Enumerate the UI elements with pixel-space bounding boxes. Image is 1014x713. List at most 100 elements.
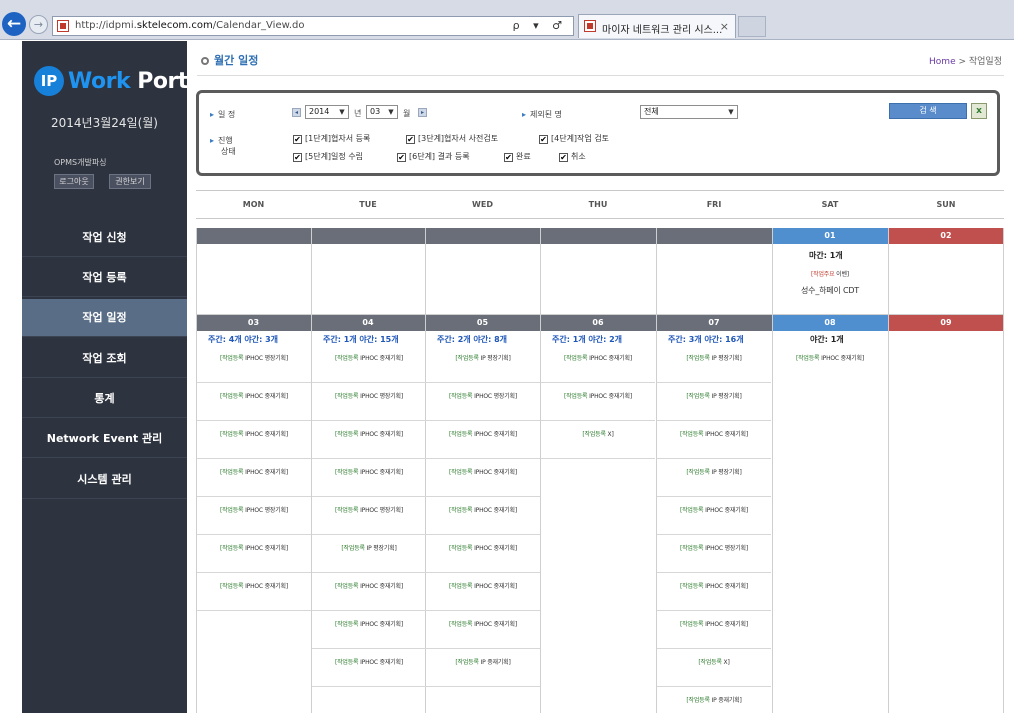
calendar-event[interactable]: [작업등록 IP 평장기획]전략 LTE_ENB xyxy=(426,345,540,383)
calendar-event[interactable]: [작업등록 IPHOC 중재기획][보라매] PE#1 xyxy=(312,421,426,459)
breadcrumb-home-link[interactable]: Home xyxy=(929,57,956,67)
day-header xyxy=(196,228,311,244)
day-header xyxy=(311,228,425,244)
calendar-event[interactable]: [작업등록 IP 중재기획]K3성수국사 S1 스위 xyxy=(426,649,540,687)
excel-export-icon[interactable]: x xyxy=(971,103,987,119)
checkbox-step4[interactable]: ✔ [4단계]작업 검토 xyxy=(539,133,609,144)
day-count: 주간: 1개 야간: 15개 xyxy=(323,335,399,344)
calendar-event[interactable]: [작업등록 IPHOC 중재기획]K3부사_MPLS_Co xyxy=(657,573,771,611)
calendar-event[interactable]: [작업등록 IP 평장기획]둔산_LTE_극한건 xyxy=(657,383,771,421)
checkbox-step3[interactable]: ✔ [3단계]협자서 사전검토 xyxy=(406,133,498,144)
day-header-02[interactable]: 02 xyxy=(888,228,1004,244)
calendar-event[interactable]: [작업등록 IPHOC 중재기획]둔산_VOMS 교도 xyxy=(657,421,771,459)
calendar-event[interactable]: [작업등록 IP 중재기획] xyxy=(657,687,771,713)
day-header-06[interactable]: 06 xyxy=(540,315,656,331)
ipworkportal-logo[interactable]: IP Work Portal xyxy=(34,66,210,102)
weekday-bottom-line xyxy=(196,218,1004,219)
calendar-event[interactable]: [작업등록 IPHOC 중재기획]K3산합국사 LTE_E xyxy=(197,535,311,573)
prev-month-button[interactable]: ◂ xyxy=(292,108,301,117)
calendar-event[interactable]: [작업등록 IPHOC 중재기획]둔산DOSN#201 xyxy=(312,459,426,497)
sidebar-item-work-schedule[interactable]: 작업 일정 xyxy=(22,299,187,337)
calendar-event[interactable]: [작업등록 IPHOC 중재기획]B2[산합] VLAN xyxy=(197,573,311,611)
next-month-button[interactable]: ▸ xyxy=(418,108,427,117)
sidebar-item-network-event[interactable]: Network Event 관리 xyxy=(22,420,187,458)
calendar-event[interactable]: [작업등록 IP 평장기획]K3둔산_SG_SBG xyxy=(312,535,426,573)
day-header-01[interactable]: 01 xyxy=(772,228,888,244)
calendar-event[interactable]: [작업등록 IPHOC 중재기획]B2분당 SKP 서버 xyxy=(197,459,311,497)
calendar-event[interactable]: [작업등록 IPHOC 중재기획][수원]_LTE_전 xyxy=(426,459,540,497)
sidebar-item-work-register[interactable]: 작업 등록 xyxy=(22,259,187,297)
calendar-event[interactable]: [작업등록 IPHOC 평장기획]성수_LTE NAT xyxy=(312,497,426,535)
browser-tab[interactable]: 마이자 네트워크 관리 시스... × xyxy=(578,14,736,38)
calendar-event[interactable]: [작업등록 IPHOC 중재기획]B2성수 T서비스존 L xyxy=(197,421,311,459)
calendar-event[interactable]: [작업등록 IPHOC 평장기획]K3부엉국사 LTE_E xyxy=(197,497,311,535)
day-header-05[interactable]: 05 xyxy=(425,315,540,331)
sidebar-item-work-request[interactable]: 작업 신청 xyxy=(22,219,187,257)
network-select[interactable]: 전체 ▼ xyxy=(640,105,738,119)
calendar-event[interactable]: [작업등록 IPHOC 평장기획][성수] ACSM_ xyxy=(657,535,771,573)
calendar-event[interactable]: [작업등록 IPHOC 평장기획]광주국사 LTE_S xyxy=(426,383,540,421)
event-category: [작업등록 IP 중재기획] xyxy=(455,659,511,666)
checkbox-done[interactable]: ✔ 완료 xyxy=(504,151,531,162)
calendar-event[interactable]: [작업등록 IPHOC 중재기획][광주,전주,동주] xyxy=(657,497,771,535)
address-bar[interactable]: http://idpmi.sktelecom.com/Calendar_View… xyxy=(52,16,574,36)
calendar-event[interactable]: [작업등록 IPHOC 중재기획]B2태평_eNB5/W_ xyxy=(197,383,311,421)
day-header-03[interactable]: 03 xyxy=(196,315,311,331)
calendar-event[interactable]: [작업등록 IPHOC 중재기획][보라매] ENB xyxy=(426,497,540,535)
checkbox-icon: ✔ xyxy=(406,135,415,144)
calendar-event[interactable]: [작업등록 IPHOC 중재기획]보라매_ATM#2_ xyxy=(312,573,426,611)
calendar-event[interactable]: [작업등록 IPHOC 중재기획]성수_하페이 CDT xyxy=(773,345,887,383)
day-header-04[interactable]: 04 xyxy=(311,315,425,331)
event-type: [작업등록 xyxy=(686,469,710,476)
calendar-event[interactable]: [작업등록 IPHOC 중재기획]K3분당_H내 스위치 xyxy=(426,535,540,573)
day-header-09[interactable]: 09 xyxy=(888,315,1004,331)
address-bar-icons[interactable]: ρ ▾ ♂ xyxy=(513,19,567,32)
calendar-event[interactable]: [작업등록 IPHOC 중재기획]K3[성수D] PDW# xyxy=(426,573,540,611)
current-date: 2014년3월24일(월) xyxy=(51,116,158,130)
calendar-event[interactable]: [작업등록 IPHOC 중재기획]B2분당_H서비스_HS xyxy=(426,611,540,649)
back-button[interactable]: ← xyxy=(2,12,26,36)
grid-line xyxy=(772,228,773,713)
calendar-event[interactable]: [작업등록 IP 평장기획]둔산 DOSN#20 xyxy=(657,459,771,497)
calendar-event[interactable]: [작업등록 IPHOC 중재기획]K3[수원] eNode xyxy=(426,421,540,459)
checkbox-step1[interactable]: ✔ [1단계]협자서 등록 xyxy=(293,133,370,144)
checkbox-step5[interactable]: ✔ [5단계]일정 수립 xyxy=(293,151,363,162)
permission-view-button[interactable]: 권한보기 xyxy=(109,174,151,189)
search-button[interactable]: 검 색 xyxy=(889,103,967,119)
calendar-event[interactable]: [작업등록 IPHOC 중재기획][성수] IMS_S xyxy=(312,345,426,383)
event-category: [작업등록 IP 평장기획] xyxy=(686,393,742,400)
logout-button[interactable]: 로그아웃 xyxy=(54,174,94,189)
calendar-event[interactable]: [작업등록 IPHOC 평장기획]부엉국사 LTE_E xyxy=(197,345,311,383)
tab-close-icon[interactable]: × xyxy=(720,20,729,33)
calendar-event[interactable]: [작업등록 IPHOC 중재기획]B2성수_IMS LAS xyxy=(541,383,655,421)
checkbox-icon: ✔ xyxy=(293,153,302,162)
event-type: [작업등록 xyxy=(448,583,473,590)
forward-button[interactable]: → xyxy=(29,15,48,34)
calendar-event[interactable]: [작업주요 이벤] 성수_하페이 CDT xyxy=(773,261,887,299)
month-select[interactable]: 03 ▼ xyxy=(366,105,398,119)
day-header-08[interactable]: 08 xyxy=(772,315,888,331)
calendar-event[interactable]: [작업등록 IPHOC 중재기획][성수/둔산] IP xyxy=(312,611,426,649)
calendar-event[interactable]: [작업등록 X]K3[분당] eNB V xyxy=(657,649,771,687)
day-header-07[interactable]: 07 xyxy=(656,315,772,331)
day-header xyxy=(425,228,540,244)
event-type: [작업등록 xyxy=(219,545,244,552)
checkbox-cancel[interactable]: ✔ 취소 xyxy=(559,151,586,162)
event-type: [작업등록 xyxy=(219,431,244,438)
calendar-event[interactable]: [작업등록 IPHOC 중재기획][대전] SGW#5 xyxy=(312,649,426,687)
event-category: [작업등록 IPHOC 중재기획] xyxy=(679,583,749,590)
page-title: 월간 일정 xyxy=(201,52,258,68)
sidebar-item-statistics[interactable]: 통계 xyxy=(22,380,187,418)
year-select[interactable]: 2014 ▼ xyxy=(305,105,349,119)
calendar-event[interactable]: [작업등록 X]K3둔산_ACSM협_G xyxy=(541,421,655,459)
event-category: [작업등록 IPHOC 중재기획] xyxy=(448,507,518,514)
sidebar-item-system-admin[interactable]: 시스템 관리 xyxy=(22,461,187,499)
calendar-event[interactable]: [작업등록 IPHOC 중재기획]K3성수_IMS_LAS xyxy=(541,345,655,383)
checkbox-step6[interactable]: ✔ [6단계] 결과 등록 xyxy=(397,151,470,162)
calendar-event[interactable]: [작업등록 IPHOC 평장기획]성수_LTE_극한건 xyxy=(312,383,426,421)
sidebar-item-work-search[interactable]: 작업 조회 xyxy=(22,340,187,378)
new-tab-button[interactable] xyxy=(738,16,766,37)
calendar-event[interactable]: [작업등록 IP 평장기획]K3[성수/둔산] 장소 xyxy=(657,345,771,383)
calendar-event[interactable]: [작업등록 IPHOC 중재기획]전주_MPLS_P# xyxy=(657,611,771,649)
weekday-mon: MON xyxy=(242,200,265,209)
